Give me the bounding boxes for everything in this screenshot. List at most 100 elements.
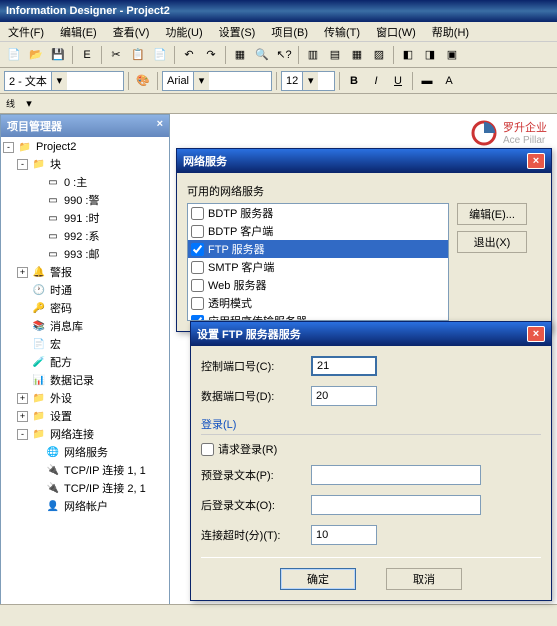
tree-node[interactable]: 🧪配方 bbox=[3, 353, 167, 371]
tree-node[interactable]: 🕐时通 bbox=[3, 281, 167, 299]
cut-icon[interactable]: ✂ bbox=[106, 45, 126, 65]
tree-node[interactable]: ▭0 :主 bbox=[3, 173, 167, 191]
menu-transfer[interactable]: 传输(T) bbox=[316, 22, 368, 41]
redo-icon[interactable]: ↷ bbox=[201, 45, 221, 65]
layout2-icon[interactable]: ▤ bbox=[325, 45, 345, 65]
grid-icon[interactable]: ▦ bbox=[230, 45, 250, 65]
service-checkbox[interactable] bbox=[191, 243, 204, 256]
close-icon[interactable]: × bbox=[157, 118, 163, 134]
layout3-icon[interactable]: ▦ bbox=[347, 45, 367, 65]
project-tree[interactable]: -📁Project2-📁块▭0 :主▭990 :警▭991 :时▭992 :系▭… bbox=[1, 137, 169, 604]
tree-node[interactable]: 📚消息库 bbox=[3, 317, 167, 335]
bold-icon[interactable]: B bbox=[344, 71, 364, 91]
expand-icon[interactable]: + bbox=[17, 267, 28, 278]
undo-icon[interactable]: ↶ bbox=[179, 45, 199, 65]
tree-node[interactable]: 📊数据记录 bbox=[3, 371, 167, 389]
services-listbox[interactable]: BDTP 服务器BDTP 客户端FTP 服务器SMTP 客户端Web 服务器透明… bbox=[187, 203, 449, 321]
tree-node[interactable]: ▭992 :系 bbox=[3, 227, 167, 245]
data-port-label: 数据端口号(D): bbox=[201, 388, 311, 404]
tool1-icon[interactable]: ◧ bbox=[398, 45, 418, 65]
tree-node[interactable]: -📁块 bbox=[3, 155, 167, 173]
list-item[interactable]: 透明模式 bbox=[188, 294, 448, 312]
menu-func[interactable]: 功能(U) bbox=[157, 22, 210, 41]
service-checkbox[interactable] bbox=[191, 225, 204, 238]
tree-node[interactable]: +📁外设 bbox=[3, 389, 167, 407]
service-checkbox[interactable] bbox=[191, 297, 204, 310]
list-item[interactable]: BDTP 客户端 bbox=[188, 222, 448, 240]
tree-node[interactable]: +🔔警报 bbox=[3, 263, 167, 281]
menu-file[interactable]: 文件(F) bbox=[0, 22, 52, 41]
tool2-icon[interactable]: ◨ bbox=[420, 45, 440, 65]
style-combo[interactable]: 2 - 文本 ▾ bbox=[4, 71, 124, 91]
chevron-down-icon[interactable]: ▾ bbox=[19, 94, 39, 114]
tree-node[interactable]: ▭993 :邮 bbox=[3, 245, 167, 263]
list-item[interactable]: Web 服务器 bbox=[188, 276, 448, 294]
exit-button[interactable]: 退出(X) bbox=[457, 231, 527, 253]
list-item[interactable]: SMTP 客户端 bbox=[188, 258, 448, 276]
menu-view[interactable]: 查看(V) bbox=[105, 22, 158, 41]
copy-icon[interactable]: 📋 bbox=[128, 45, 148, 65]
service-checkbox[interactable] bbox=[191, 279, 204, 292]
chevron-down-icon[interactable]: ▾ bbox=[51, 72, 67, 90]
tree-node[interactable]: -📁网络连接 bbox=[3, 425, 167, 443]
italic-icon[interactable]: I bbox=[366, 71, 386, 91]
data-port-input[interactable] bbox=[311, 386, 377, 406]
timeout-input[interactable] bbox=[311, 525, 377, 545]
service-checkbox[interactable] bbox=[191, 207, 204, 220]
expand-icon[interactable]: - bbox=[17, 159, 28, 170]
tree-node[interactable]: 🌐网络服务 bbox=[3, 443, 167, 461]
close-icon[interactable]: × bbox=[527, 326, 545, 342]
ctrl-port-input[interactable] bbox=[311, 356, 377, 376]
chevron-down-icon[interactable]: ▾ bbox=[193, 72, 209, 90]
tree-node[interactable]: ▭991 :时 bbox=[3, 209, 167, 227]
save-icon[interactable]: 💾 bbox=[48, 45, 68, 65]
fill-icon[interactable]: ▬ bbox=[417, 71, 437, 91]
tool3-icon[interactable]: ▣ bbox=[442, 45, 462, 65]
tree-node[interactable]: -📁Project2 bbox=[3, 139, 167, 155]
expand-icon[interactable]: + bbox=[17, 393, 28, 404]
list-item[interactable]: 应用程序传输服务器 bbox=[188, 312, 448, 321]
tree-node[interactable]: 🔌TCP/IP 连接 2, 1 bbox=[3, 479, 167, 497]
service-checkbox[interactable] bbox=[191, 261, 204, 274]
layout1-icon[interactable]: ▥ bbox=[303, 45, 323, 65]
e-icon[interactable]: E bbox=[77, 45, 97, 65]
ok-button[interactable]: 确定 bbox=[280, 568, 356, 590]
font-combo[interactable]: Arial ▾ bbox=[162, 71, 272, 91]
color-icon[interactable]: 🎨 bbox=[133, 71, 153, 91]
menu-settings[interactable]: 设置(S) bbox=[211, 22, 264, 41]
close-icon[interactable]: × bbox=[527, 153, 545, 169]
pointer-icon[interactable]: ↖? bbox=[274, 45, 294, 65]
list-item[interactable]: BDTP 服务器 bbox=[188, 204, 448, 222]
req-login-checkbox[interactable] bbox=[201, 443, 214, 456]
menu-help[interactable]: 帮助(H) bbox=[424, 22, 477, 41]
expand-icon[interactable]: - bbox=[3, 142, 14, 153]
expand-icon[interactable]: - bbox=[17, 429, 28, 440]
new-icon[interactable]: 📄 bbox=[4, 45, 24, 65]
toolbar-ruler: 线 ▾ bbox=[0, 94, 557, 114]
menu-window[interactable]: 窗口(W) bbox=[368, 22, 424, 41]
cancel-button[interactable]: 取消 bbox=[386, 568, 462, 590]
tree-node[interactable]: 🔌TCP/IP 连接 1, 1 bbox=[3, 461, 167, 479]
underline-icon[interactable]: U bbox=[388, 71, 408, 91]
dialog-titlebar[interactable]: 网络服务 × bbox=[177, 149, 551, 173]
dialog-titlebar[interactable]: 设置 FTP 服务器服务 × bbox=[191, 322, 551, 346]
menu-project[interactable]: 项目(B) bbox=[263, 22, 316, 41]
menu-edit[interactable]: 编辑(E) bbox=[52, 22, 105, 41]
tree-node[interactable]: +📁设置 bbox=[3, 407, 167, 425]
prelogin-input[interactable] bbox=[311, 465, 481, 485]
open-icon[interactable]: 📂 bbox=[26, 45, 46, 65]
paste-icon[interactable]: 📄 bbox=[150, 45, 170, 65]
tree-node[interactable]: 👤网络帐户 bbox=[3, 497, 167, 515]
tree-node[interactable]: ▭990 :警 bbox=[3, 191, 167, 209]
expand-icon[interactable]: + bbox=[17, 411, 28, 422]
tree-node[interactable]: 📄宏 bbox=[3, 335, 167, 353]
edit-button[interactable]: 编辑(E)... bbox=[457, 203, 527, 225]
size-combo[interactable]: 12 ▾ bbox=[281, 71, 335, 91]
chevron-down-icon[interactable]: ▾ bbox=[302, 72, 318, 90]
postlogin-input[interactable] bbox=[311, 495, 481, 515]
layout4-icon[interactable]: ▨ bbox=[369, 45, 389, 65]
zoom-icon[interactable]: 🔍 bbox=[252, 45, 272, 65]
list-item[interactable]: FTP 服务器 bbox=[188, 240, 448, 258]
text-color-icon[interactable]: A bbox=[439, 71, 459, 91]
tree-node[interactable]: 🔑密码 bbox=[3, 299, 167, 317]
